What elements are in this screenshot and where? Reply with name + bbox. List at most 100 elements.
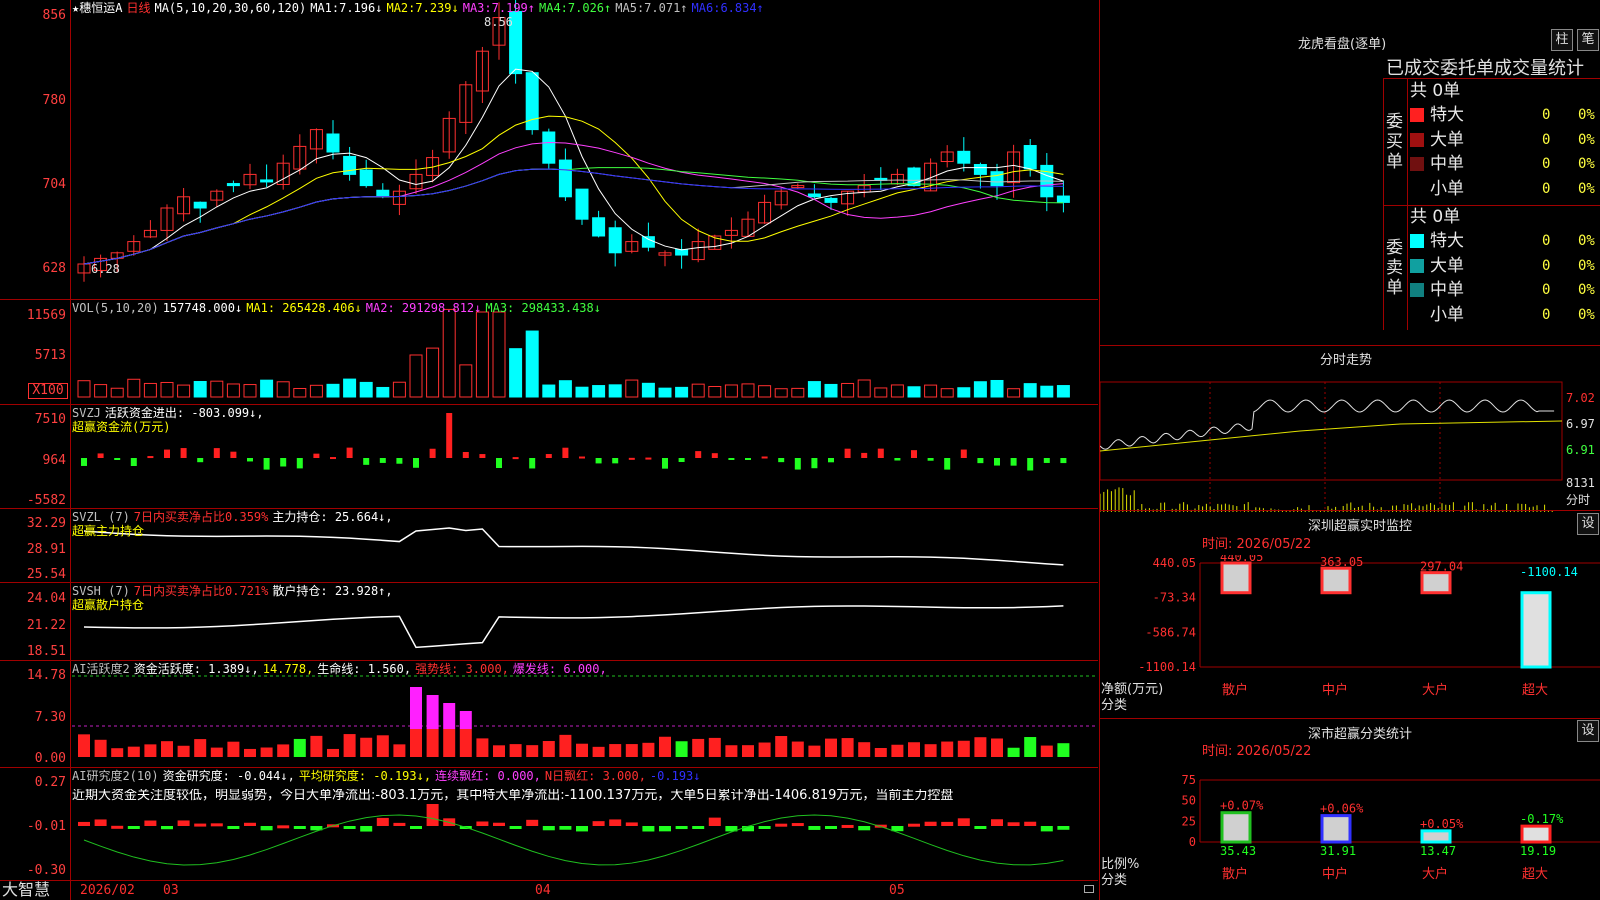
volume-bar [442, 308, 456, 398]
vol-ma1: MA1: 265428.406↓ [246, 301, 362, 315]
lock-icon[interactable] [1084, 885, 1094, 893]
kline-chart[interactable] [0, 0, 1100, 900]
ai1-lifeline: 生命线: 1.560, [317, 662, 412, 676]
research-bar [393, 822, 406, 826]
flow-bar [545, 454, 552, 458]
row-label: 中单 [1430, 280, 1464, 300]
row-count: 0 [1542, 257, 1551, 274]
flow-bar [745, 458, 751, 460]
row-percent: 0% [1578, 257, 1595, 274]
panel-divider [0, 508, 1098, 509]
date-label: 05 [889, 883, 905, 898]
flow-bar [496, 458, 502, 468]
row-label: 特大 [1430, 231, 1464, 251]
row-label: 大单 [1430, 255, 1464, 276]
svzl-subtitle: 超赢主力持仓 [72, 524, 145, 538]
svsh-header: SVSH (7) 7日内买卖净占比0.721% 散户持仓: 23.928↑, [72, 584, 397, 598]
flow-bar [695, 451, 702, 458]
volume-bar [741, 383, 755, 398]
candle-body [226, 183, 240, 187]
row-label: 中单 [1430, 154, 1464, 174]
activity-bar [841, 738, 854, 757]
research-bar [559, 826, 572, 830]
flow-bar [877, 448, 884, 458]
activity-bar [542, 741, 555, 757]
longhu-title: 龙虎看盘(逐单) [1298, 37, 1387, 52]
flow-bar [429, 448, 436, 458]
activity-bar [957, 740, 970, 757]
ai1-value: 14.778, [262, 662, 314, 676]
tick-mode-button[interactable]: 笔 [1577, 29, 1599, 51]
ai2-axis-label: -0.01 [26, 819, 66, 834]
vol-axis-label: 11569 [26, 308, 66, 323]
vol-header: VOL(5,10,20) 157748.000↓ MA1: 265428.406↓ M… [72, 301, 605, 315]
volume-bar [724, 384, 738, 398]
research-bar [974, 826, 987, 829]
ai1-axis-label: 14.78 [26, 668, 66, 683]
flow-bar [794, 458, 801, 470]
monitor-settings-button[interactable]: 设 [1577, 513, 1599, 535]
activity-bar [111, 748, 124, 757]
brand-logo[interactable]: 大智慧 [2, 881, 50, 899]
research-bar [858, 826, 871, 831]
flow-bar [778, 458, 785, 463]
row-count: 0 [1542, 282, 1551, 298]
activity-bar [1057, 743, 1070, 757]
activity-bar [708, 737, 721, 757]
sell-total: 共 0单 [1410, 207, 1461, 227]
intraday-vol-label: 分时 [1566, 493, 1591, 507]
ai1-name: AI活跃度2 [72, 662, 130, 676]
flow-bar [263, 458, 270, 470]
activity-bar [376, 735, 389, 757]
monitor-ylabel: 净额(万元) [1101, 682, 1164, 697]
ma-value: MA1: [310, 1, 340, 15]
period-label[interactable]: 日线 [126, 1, 150, 15]
vol-axis-label: 5713 [34, 348, 66, 363]
ma-number: 7.239↓ [415, 1, 459, 15]
research-line [83, 814, 1064, 866]
volume-bar [326, 383, 340, 398]
activity-bar [941, 741, 954, 757]
classify-time: 时间: 2026/05/22 [1202, 744, 1312, 759]
candle-body [957, 150, 971, 164]
buy-row: 特大 0 0% [1410, 103, 1600, 127]
svzl-axis-label: 28.91 [26, 542, 66, 557]
svzj-header: SVZJ 活跃资金进出: -803.099↓, [72, 406, 268, 420]
flow-bar [97, 453, 104, 458]
category-label: 大户 [1422, 866, 1448, 882]
research-bar [194, 823, 207, 827]
category-label: 大户 [1422, 682, 1448, 698]
flow-bar [346, 447, 353, 458]
activity-bar [227, 741, 240, 757]
row-percent: 0% [1578, 233, 1595, 249]
bar-mode-button[interactable]: 柱 [1551, 29, 1573, 51]
color-swatch [1410, 132, 1424, 147]
volume-bar [791, 387, 805, 398]
monitor-time: 时间: 2026/05/22 [1202, 537, 1312, 552]
classify-settings-button[interactable]: 设 [1577, 720, 1599, 742]
activity-bar [974, 737, 987, 757]
activity-bar [592, 746, 605, 757]
intraday-price: 7.02 [1566, 391, 1595, 405]
category-label: 超大 [1522, 867, 1548, 882]
flow-bar [280, 458, 287, 467]
intraday-frame [1100, 381, 1563, 481]
flow-bar [977, 458, 984, 464]
research-bar [659, 826, 671, 832]
intraday-chart[interactable] [1100, 366, 1600, 512]
activity-bar [443, 729, 456, 757]
vol-unit-button[interactable]: X100 [28, 383, 68, 399]
activity-bar [443, 703, 456, 729]
svzj-axis-label: -5582 [26, 493, 66, 508]
activity-bar [692, 738, 705, 757]
ai1-activity: 资金活跃度: 1.389↓, [133, 662, 259, 676]
volume-bar [558, 380, 572, 398]
volume-bar [774, 388, 788, 398]
category-label: 中户 [1322, 866, 1348, 882]
price-header: ★穗恒运A 日线 MA(5,10,20,30,60,120) MA1:7.196↓ MA… [72, 1, 772, 15]
research-bar [493, 822, 505, 826]
flow-bar [811, 458, 818, 469]
research-bar [825, 826, 837, 829]
flow-bar [612, 458, 619, 464]
monitor-chart: 440.05 -73.34 -586.74 -1100.14 440.05 散户 363.0… [1138, 555, 1600, 698]
